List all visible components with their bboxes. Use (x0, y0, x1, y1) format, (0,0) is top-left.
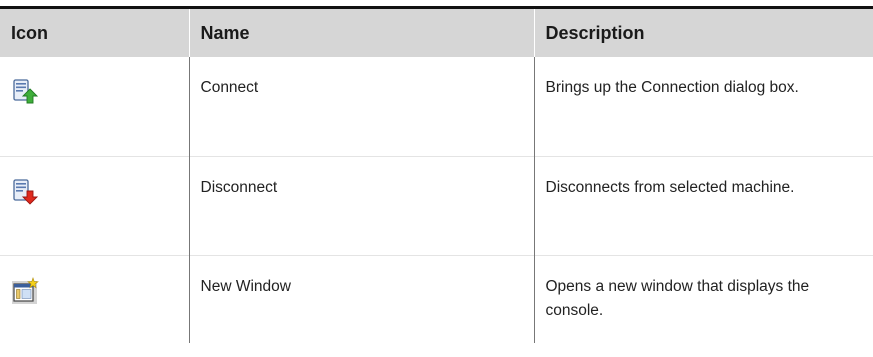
description-cell: Opens a new window that displays the con… (533, 254, 873, 343)
table-row: Connect Brings up the Connection dialog … (0, 57, 873, 156)
name-cell: Connect (188, 57, 534, 156)
description-cell: Disconnects from selected machine. (533, 155, 873, 255)
header-row: Icon Name Description (0, 6, 873, 57)
connect-icon (11, 78, 39, 106)
disconnect-icon (11, 178, 39, 206)
table-row: New Window Opens a new window that displ… (0, 254, 873, 343)
icon-cell (0, 155, 189, 255)
table-body: Connect Brings up the Connection dialog … (0, 57, 873, 343)
description-cell: Brings up the Connection dialog box. (533, 57, 873, 156)
icon-reference-table: Icon Name Description Connect Brings up … (0, 6, 873, 343)
table-row: Disconnect Disconnects from selected mac… (0, 155, 873, 255)
header-description: Description (533, 6, 873, 57)
header-name: Name (188, 6, 534, 57)
name-cell: New Window (188, 254, 534, 343)
icon-cell (0, 254, 189, 343)
icon-cell (0, 57, 189, 156)
table-header: Icon Name Description (0, 6, 873, 57)
new-window-icon (11, 276, 39, 305)
name-cell: Disconnect (188, 155, 534, 255)
header-icon: Icon (0, 6, 189, 57)
